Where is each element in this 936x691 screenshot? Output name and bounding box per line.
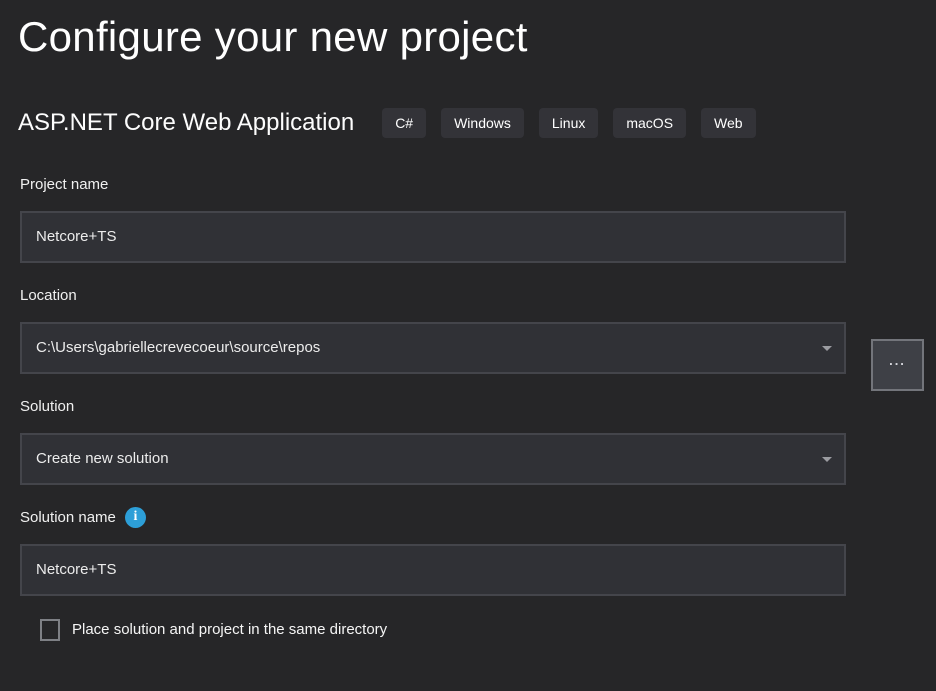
location-value: C:\Users\gabriellecrevecoeur\source\repo… [36,339,830,356]
solution-name-input[interactable] [20,544,846,596]
chevron-down-icon [822,346,832,351]
location-row: C:\Users\gabriellecrevecoeur\source\repo… [20,322,846,374]
tag-macos: macOS [613,108,686,138]
solution-label: Solution [20,397,846,416]
location-combobox[interactable]: C:\Users\gabriellecrevecoeur\source\repo… [20,322,846,374]
location-label: Location [20,286,846,305]
template-tags: C# Windows Linux macOS Web [382,108,755,138]
project-form: Project name Location C:\Users\gabrielle… [20,175,846,641]
tag-linux: Linux [539,108,598,138]
same-directory-checkbox[interactable] [40,619,60,641]
solution-dropdown[interactable]: Create new solution [20,433,846,485]
info-icon[interactable]: i [125,507,146,528]
tag-csharp: C# [382,108,426,138]
solution-name-label: Solution name i [20,508,846,527]
page-title: Configure your new project [18,10,936,65]
template-row: ASP.NET Core Web Application C# Windows … [18,107,918,139]
project-name-label: Project name [20,175,846,194]
chevron-down-icon [822,457,832,462]
tag-windows: Windows [441,108,524,138]
project-name-input[interactable] [20,211,846,263]
configure-project-dialog: Configure your new project ASP.NET Core … [0,10,936,691]
tag-web: Web [701,108,756,138]
browse-location-button[interactable]: ... [871,339,924,391]
same-directory-row: Place solution and project in the same d… [40,619,846,641]
solution-value: Create new solution [36,450,830,467]
ellipsis-icon: ... [889,353,906,368]
same-directory-label: Place solution and project in the same d… [72,621,387,638]
template-name: ASP.NET Core Web Application [18,109,354,137]
